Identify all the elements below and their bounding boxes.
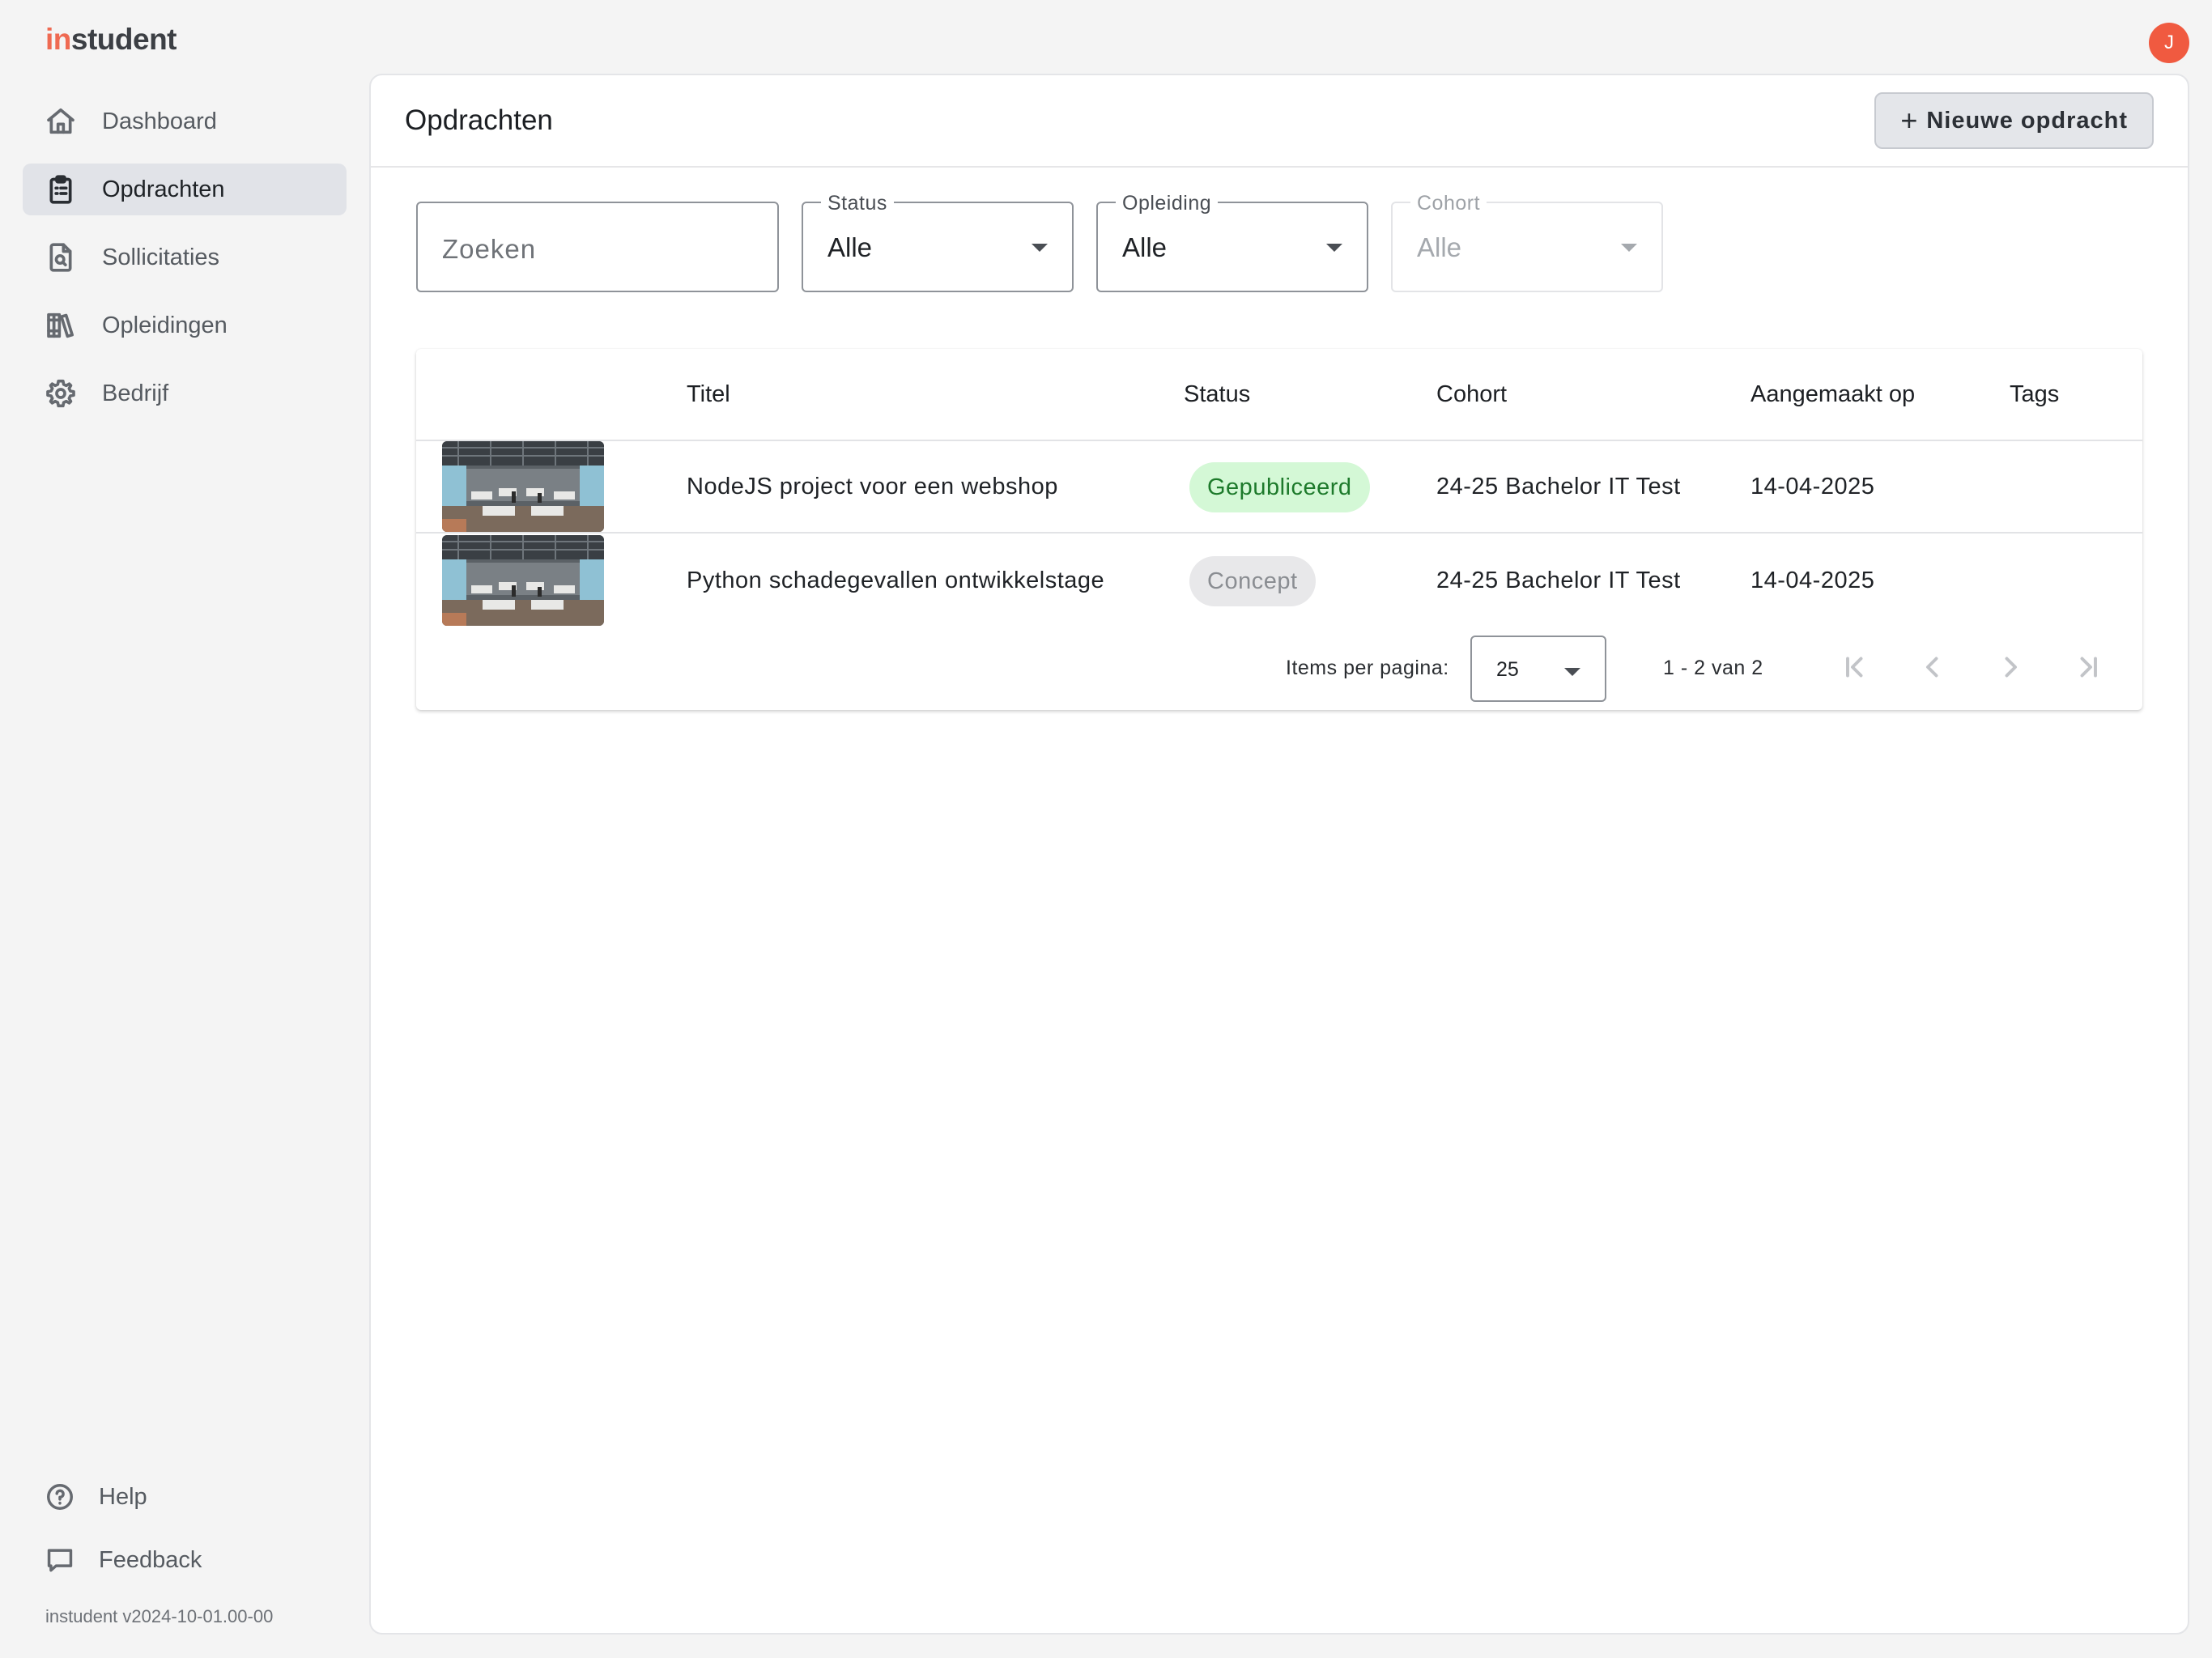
sidebar-item-opdrachten[interactable]: Opdrachten — [23, 164, 347, 215]
row-created: 14-04-2025 — [1750, 474, 1875, 500]
caret-down-icon — [1032, 244, 1048, 252]
chevron-right-icon — [2005, 657, 2017, 678]
new-assignment-button[interactable]: + Nieuwe opdracht — [1874, 92, 2154, 149]
row-cohort: 24-25 Bachelor IT Test — [1436, 568, 1681, 593]
clipboard-icon — [44, 172, 78, 206]
column-header-status[interactable]: Status — [1184, 381, 1250, 408]
chevron-left-icon — [1926, 657, 1938, 678]
column-header-aangemaakt-op[interactable]: Aangemaakt op — [1750, 381, 1915, 408]
main-content: Opdrachten + Nieuwe opdracht Zoeken Stat… — [369, 74, 2189, 1635]
column-header-cohort[interactable]: Cohort — [1436, 381, 1507, 408]
next-page-button[interactable] — [1992, 648, 2029, 686]
gear-icon — [44, 376, 78, 410]
first-page-button[interactable] — [1836, 648, 1874, 686]
items-per-page-select[interactable]: 25 — [1470, 636, 1606, 702]
caret-down-icon — [1326, 244, 1342, 252]
plus-icon: + — [1900, 104, 1919, 137]
status-select[interactable]: Status Alle — [802, 192, 1074, 292]
assignments-table: Titel Status Cohort Aangemaakt op Tags N… — [416, 349, 2142, 710]
page-range: 1 - 2 van 2 — [1663, 657, 1763, 679]
caret-down-icon — [1621, 244, 1637, 252]
sidebar-item-label: Bedrijf — [102, 380, 169, 406]
page-title: Opdrachten — [405, 104, 553, 136]
pagination: Items per pagina: 25 1 - 2 van 2 — [416, 629, 2142, 702]
row-title[interactable]: Python schadegevallen ontwikkelstage — [687, 568, 1104, 594]
assignment-thumbnail — [442, 535, 604, 626]
cohort-select-value: Alle — [1417, 232, 1462, 262]
items-per-page-label: Items per pagina: — [1286, 657, 1449, 679]
help-link[interactable]: Help — [44, 1475, 202, 1519]
sidebar-item-label: Sollicitaties — [102, 244, 220, 270]
status-select-value: Alle — [827, 232, 873, 262]
sidebar-item-dashboard[interactable]: Dashboard — [23, 96, 347, 147]
last-page-icon — [2080, 657, 2097, 678]
row-created: 14-04-2025 — [1750, 568, 1875, 593]
feedback-link[interactable]: Feedback — [44, 1538, 202, 1582]
status-select-label: Status — [821, 192, 894, 215]
sidebar: Dashboard Opdrachten Sollicitaties Oplei… — [0, 0, 369, 1658]
column-header-titel[interactable]: Titel — [687, 381, 730, 408]
home-icon — [44, 104, 78, 138]
user-avatar[interactable]: J — [2149, 23, 2189, 63]
status-badge: Concept — [1189, 556, 1316, 606]
caret-down-icon — [1564, 668, 1580, 676]
chat-bubble-icon — [44, 1544, 76, 1576]
opleiding-select-label: Opleiding — [1116, 192, 1219, 215]
column-header-tags[interactable]: Tags — [2010, 381, 2059, 408]
app-version: instudent v2024-10-01.00-00 — [45, 1606, 274, 1626]
opleiding-select[interactable]: Opleiding Alle — [1096, 192, 1368, 292]
page-header: Opdrachten + Nieuwe opdracht — [371, 75, 2188, 168]
row-title[interactable]: NodeJS project voor een webshop — [687, 474, 1058, 500]
status-badge: Gepubliceerd — [1189, 462, 1370, 512]
first-page-icon — [1846, 657, 1863, 678]
sidebar-item-opleidingen[interactable]: Opleidingen — [23, 300, 347, 351]
sidebar-item-label: Dashboard — [102, 108, 217, 134]
search-input[interactable]: Zoeken — [416, 202, 779, 292]
table-header: Titel Status Cohort Aangemaakt op Tags — [416, 349, 2142, 441]
sidebar-item-sollicitaties[interactable]: Sollicitaties — [23, 232, 347, 283]
sidebar-item-bedrijf[interactable]: Bedrijf — [23, 368, 347, 419]
sidebar-item-label: Opleidingen — [102, 312, 228, 338]
help-circle-icon — [44, 1481, 76, 1513]
table-row[interactable]: NodeJS project voor een webshop Gepublic… — [416, 441, 2142, 534]
previous-page-button[interactable] — [1914, 648, 1951, 686]
sidebar-bottom: Help Feedback — [44, 1475, 202, 1601]
sidebar-item-label: Opdrachten — [102, 176, 225, 202]
cohort-select: Cohort Alle — [1391, 192, 1663, 292]
opleiding-select-value: Alle — [1122, 232, 1168, 262]
cohort-select-label: Cohort — [1410, 192, 1487, 215]
table-row[interactable]: Python schadegevallen ontwikkelstage Con… — [416, 535, 2142, 627]
sidebar-nav: Dashboard Opdrachten Sollicitaties Oplei… — [23, 96, 347, 436]
document-search-icon — [44, 240, 78, 274]
search-placeholder: Zoeken — [442, 234, 537, 264]
last-page-button[interactable] — [2069, 648, 2107, 686]
row-cohort: 24-25 Bachelor IT Test — [1436, 474, 1681, 500]
library-icon — [44, 308, 78, 342]
assignment-thumbnail — [442, 441, 604, 532]
